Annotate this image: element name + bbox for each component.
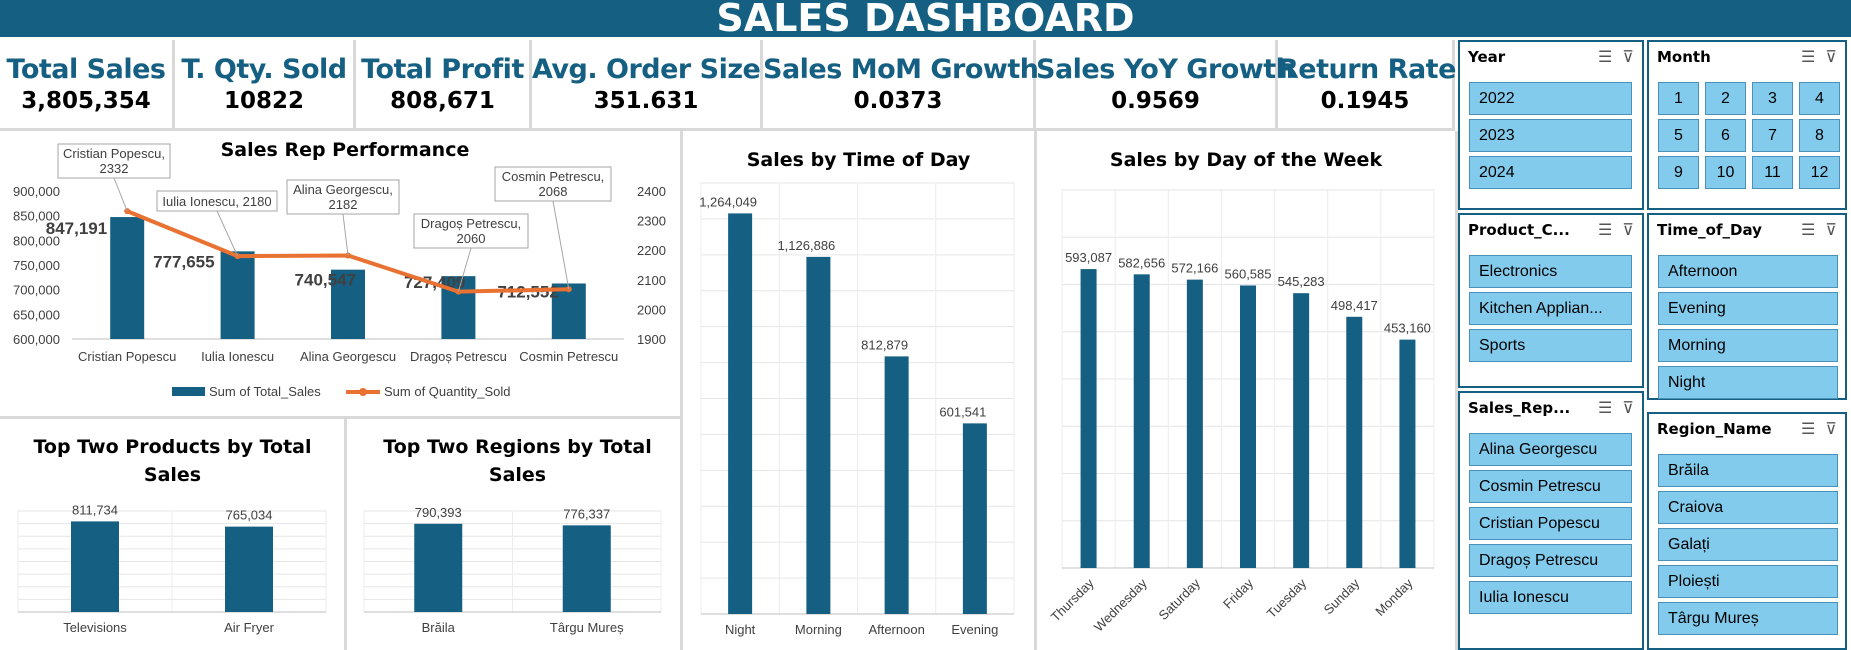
- slicer-item[interactable]: 2024: [1469, 156, 1632, 189]
- clear-filter-icon[interactable]: ⊽: [1622, 400, 1634, 417]
- slicer-product-category: Product_C... ☰ ⊽ Electronics Kitchen Appl…: [1458, 213, 1644, 388]
- slicer-item[interactable]: 2022: [1469, 82, 1632, 115]
- multi-select-icon[interactable]: ☰: [1801, 421, 1815, 438]
- clear-filter-icon[interactable]: ⊽: [1825, 222, 1837, 239]
- bar: [1186, 279, 1203, 568]
- multi-select-icon[interactable]: ☰: [1598, 222, 1612, 239]
- category-label: Brăila: [422, 620, 456, 635]
- slicer-item[interactable]: Brăila: [1658, 454, 1838, 487]
- slicer-month: Month ☰ ⊽ 1 2 3 4 5 6 7 8 9 10 11 12: [1647, 40, 1847, 210]
- slicer-item[interactable]: Cosmin Petrescu: [1469, 470, 1632, 503]
- multi-select-icon[interactable]: ☰: [1598, 400, 1612, 417]
- category-label: Thursday: [1048, 575, 1097, 624]
- data-label: 776,337: [563, 506, 610, 521]
- bar: [1293, 293, 1310, 568]
- category-label: Monday: [1372, 575, 1416, 619]
- bar: [1240, 285, 1256, 568]
- slicer-title: Time_of_Day: [1657, 221, 1762, 239]
- bar: [1080, 269, 1097, 568]
- slicer-item-month[interactable]: 9: [1658, 156, 1699, 189]
- bar: [1133, 274, 1150, 568]
- clear-filter-icon[interactable]: ⊽: [1622, 49, 1634, 66]
- category-label: Saturday: [1156, 575, 1204, 623]
- slicer-title: Region_Name: [1657, 420, 1772, 438]
- slicer-item[interactable]: Galați: [1658, 528, 1838, 561]
- slicer-title: Month: [1657, 48, 1711, 66]
- clear-filter-icon[interactable]: ⊽: [1825, 421, 1837, 438]
- bar: [562, 525, 611, 612]
- slicer-year: Year ☰ ⊽ 2022 2023 2024: [1458, 40, 1644, 210]
- slicer-item[interactable]: Electronics: [1469, 255, 1632, 288]
- slicer-title: Product_C...: [1468, 221, 1570, 239]
- slicer-title: Year: [1468, 48, 1506, 66]
- slicer-sales-rep: Sales_Rep... ☰ ⊽ Alina Georgescu Cosmin P…: [1458, 391, 1644, 650]
- slicer-item-month[interactable]: 4: [1799, 82, 1840, 115]
- bar: [414, 523, 463, 612]
- slicer-title: Sales_Rep...: [1468, 399, 1571, 417]
- data-label: 572,166: [1171, 261, 1218, 276]
- slicer-item[interactable]: Afternoon: [1658, 255, 1838, 288]
- slicer-item-month[interactable]: 12: [1799, 156, 1840, 189]
- category-label: Târgu Mureș: [550, 620, 624, 635]
- slicer-item[interactable]: Evening: [1658, 292, 1838, 325]
- data-label: 498,417: [1331, 298, 1378, 313]
- data-label: 593,087: [1065, 250, 1112, 265]
- bar: [1399, 339, 1416, 568]
- data-label: 453,160: [1384, 321, 1431, 336]
- bar: [1346, 316, 1363, 568]
- slicer-item[interactable]: Kitchen Applian...: [1469, 292, 1632, 325]
- data-label: 790,393: [415, 505, 462, 520]
- slicer-item[interactable]: Alina Georgescu: [1469, 433, 1632, 466]
- multi-select-icon[interactable]: ☰: [1598, 49, 1612, 66]
- slicer-item[interactable]: Craiova: [1658, 491, 1838, 524]
- slicer-item-month[interactable]: 8: [1799, 119, 1840, 152]
- data-label: 545,283: [1278, 274, 1325, 289]
- top-regions-chart: 790,393 Brăila 776,337 Târgu Mureș: [363, 505, 662, 635]
- slicer-item[interactable]: Iulia Ionescu: [1469, 581, 1632, 614]
- slicer-item[interactable]: Ploiești: [1658, 565, 1838, 598]
- clear-filter-icon[interactable]: ⊽: [1825, 49, 1837, 66]
- clear-filter-icon[interactable]: ⊽: [1622, 222, 1634, 239]
- category-label: Sunday: [1321, 575, 1363, 617]
- slicer-item-month[interactable]: 11: [1752, 156, 1793, 189]
- slicer-item-month[interactable]: 10: [1705, 156, 1746, 189]
- slicer-item[interactable]: Cristian Popescu: [1469, 507, 1632, 540]
- slicer-item[interactable]: Târgu Mureș: [1658, 602, 1838, 635]
- category-label: Tuesday: [1264, 575, 1310, 621]
- slicer-item-month[interactable]: 7: [1752, 119, 1793, 152]
- multi-select-icon[interactable]: ☰: [1801, 49, 1815, 66]
- slicer-item[interactable]: Sports: [1469, 329, 1632, 362]
- slicer-item-month[interactable]: 6: [1705, 119, 1746, 152]
- slicer-item[interactable]: Dragoș Petrescu: [1469, 544, 1632, 577]
- data-label: 560,585: [1225, 266, 1272, 281]
- slicer-item[interactable]: Morning: [1658, 329, 1838, 362]
- slicer-time-of-day: Time_of_Day ☰ ⊽ Afternoon Evening Morning…: [1647, 213, 1847, 400]
- slicer-item-month[interactable]: 1: [1658, 82, 1699, 115]
- category-label: Friday: [1220, 575, 1256, 611]
- slicer-item-month[interactable]: 5: [1658, 119, 1699, 152]
- category-label: Wednesday: [1091, 575, 1150, 634]
- multi-select-icon[interactable]: ☰: [1801, 222, 1815, 239]
- slicer-item[interactable]: Night: [1658, 366, 1838, 399]
- slicer-item[interactable]: 2023: [1469, 119, 1632, 152]
- slicer-item-month[interactable]: 2: [1705, 82, 1746, 115]
- slicer-item-month[interactable]: 3: [1752, 82, 1793, 115]
- slicer-region: Region_Name ☰ ⊽ Brăila Craiova Galați Plo…: [1647, 412, 1847, 650]
- data-label: 582,656: [1118, 255, 1165, 270]
